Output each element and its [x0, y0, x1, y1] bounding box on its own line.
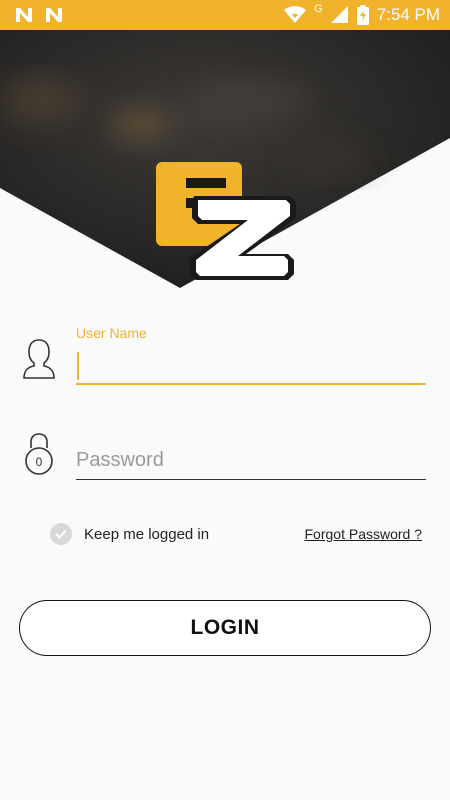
login-button-label: LOGIN [190, 616, 260, 639]
status-bar: G 7:54 PM [0, 0, 450, 30]
check-icon [55, 529, 67, 539]
lock-icon: 0 [25, 433, 53, 475]
checkbox-circle[interactable] [50, 523, 72, 545]
password-field-group: 0 [0, 430, 450, 485]
battery-charging-icon [356, 5, 369, 25]
signal-icon [330, 6, 348, 23]
user-icon [23, 339, 55, 379]
username-label: User Name [76, 325, 147, 341]
username-field-group: User Name [0, 320, 450, 390]
keep-logged-in-label: Keep me logged in [84, 525, 210, 543]
text-caret [77, 352, 79, 380]
username-underline [76, 383, 426, 385]
username-input[interactable] [76, 346, 426, 386]
keep-logged-in-toggle[interactable]: Keep me logged in [50, 523, 209, 545]
lock-digit: 0 [36, 455, 43, 469]
status-right-icons: G 7:54 PM [284, 0, 440, 30]
forgot-password-link[interactable]: Forgot Password ? [305, 526, 423, 542]
login-button[interactable]: LOGIN [19, 600, 431, 656]
wifi-icon [284, 6, 307, 23]
n-notification-icon [46, 8, 62, 22]
app-logo [150, 160, 300, 280]
password-underline [76, 479, 426, 480]
status-time: 7:54 PM [376, 5, 440, 24]
network-type-label: G [314, 3, 323, 15]
n-notification-icon [16, 8, 32, 22]
status-left-icons [14, 6, 64, 24]
password-input[interactable] [76, 440, 426, 480]
